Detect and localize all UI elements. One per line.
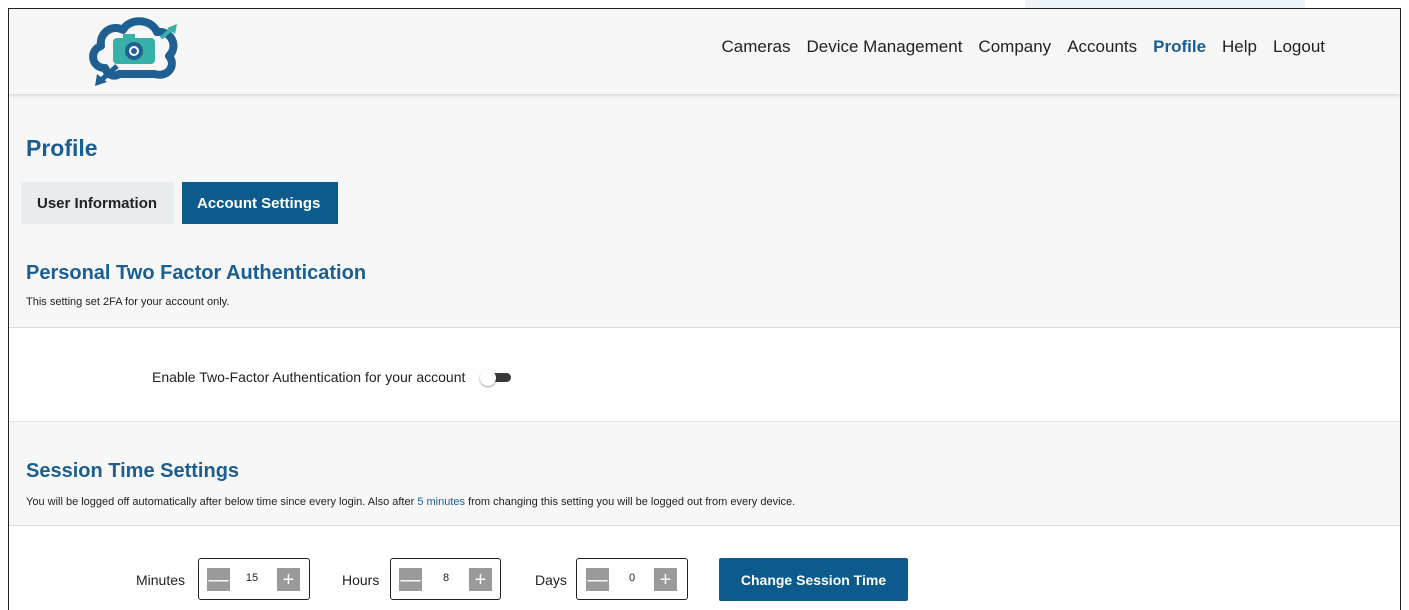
hours-plus-button[interactable]: + [469,568,492,591]
top-nav-bar: Cameras Device Management Company Accoun… [9,9,1400,94]
nav-device-management[interactable]: Device Management [807,37,963,57]
session-description: You will be logged off automatically aft… [26,496,795,508]
twofa-heading: Personal Two Factor Authentication [26,262,367,284]
nav-accounts[interactable]: Accounts [1067,37,1137,57]
hours-stepper: — 8 + [390,558,501,600]
session-desc-link[interactable]: 5 minutes [417,496,465,508]
minutes-label: Minutes [136,572,186,588]
nav-cameras[interactable]: Cameras [722,37,791,57]
toggle-knob [480,370,496,386]
profile-tabs: User Information Account Settings [21,182,346,224]
days-stepper: — 0 + [576,558,688,600]
twofa-toggle[interactable] [479,370,511,386]
days-plus-button[interactable]: + [654,568,677,591]
top-fade [1025,0,1305,8]
hours-label: Hours [342,572,380,588]
nav-company[interactable]: Company [978,37,1051,57]
minutes-stepper: — 15 + [198,558,310,600]
tab-account-settings[interactable]: Account Settings [182,182,338,224]
minutes-plus-button[interactable]: + [277,568,300,591]
days-value[interactable]: 0 [620,572,644,584]
days-minus-button[interactable]: — [586,568,609,591]
hours-minus-button[interactable]: — [399,568,422,591]
twofa-toggle-label: Enable Two-Factor Authentication for you… [152,369,466,385]
tab-user-information[interactable]: User Information [21,182,174,224]
session-desc-text: You will be logged off automatically aft… [26,496,418,508]
main-nav: Cameras Device Management Company Accoun… [706,37,1325,57]
minutes-minus-button[interactable]: — [207,568,230,591]
page-title: Profile [26,135,98,161]
nav-help[interactable]: Help [1222,37,1257,57]
change-session-time-button[interactable]: Change Session Time [719,558,908,601]
nav-profile[interactable]: Profile [1153,37,1206,57]
app-frame: Cameras Device Management Company Accoun… [8,8,1401,610]
twofa-description: This setting set 2FA for your account on… [26,296,230,308]
days-label: Days [535,572,567,588]
hours-value[interactable]: 8 [434,572,458,584]
session-heading: Session Time Settings [26,460,240,482]
nav-logout[interactable]: Logout [1273,37,1325,57]
session-desc-text-end: from changing this setting you will be l… [465,496,796,508]
minutes-value[interactable]: 15 [240,572,264,584]
cloud-camera-logo-icon[interactable] [83,16,183,88]
